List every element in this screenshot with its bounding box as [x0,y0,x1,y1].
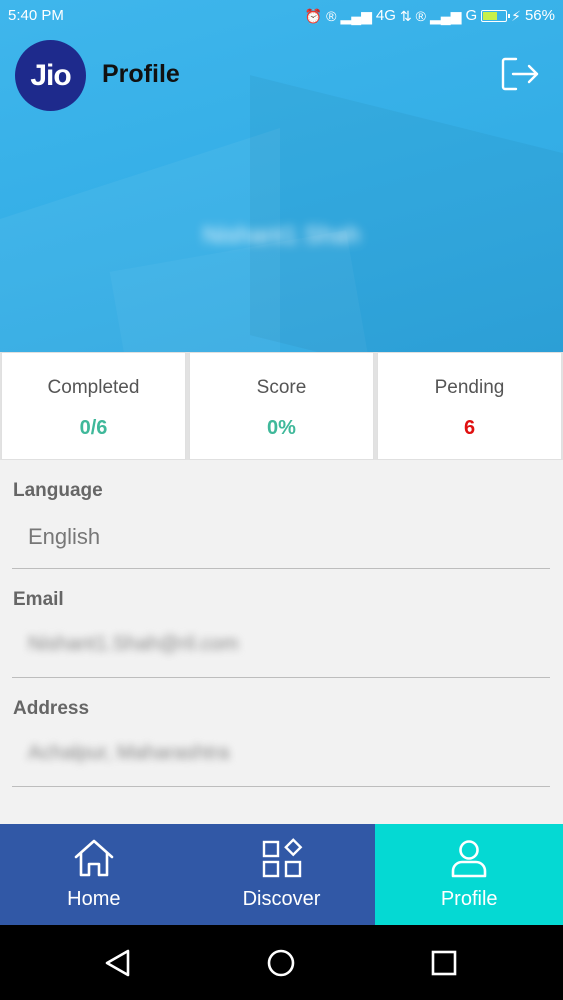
registered-icon: ® [326,7,337,24]
nav-discover[interactable]: Discover [187,824,376,925]
data-transfer-icon: ⇅ [399,7,412,24]
alarm-icon: ⏰ [304,7,323,24]
home-icon [74,839,114,877]
field-label: Address [13,698,90,719]
system-navigation-bar [0,925,563,1000]
stats-row: Completed 0/6 Score 0% Pending 6 [0,352,563,460]
signal-icon: ▂▄▆ [340,7,372,24]
stat-completed: Completed 0/6 [1,352,186,460]
jio-logo: Jio [15,40,86,111]
stat-label: Pending [434,377,505,398]
back-icon[interactable] [102,947,134,979]
nav-home[interactable]: Home [0,824,188,925]
network-type-2: G [465,7,478,24]
stat-value: 0/6 [79,417,108,439]
charging-icon: ⚡ [511,7,521,24]
signal-icon: ▂▄▆ [430,7,462,24]
field-label: Email [13,589,64,610]
divider [12,786,550,787]
home-circle-icon[interactable] [265,947,297,979]
page-title: Profile [102,60,180,88]
field-address: Address Achalpur, Maharashtra [0,678,563,787]
stat-label: Score [256,377,307,398]
stat-score: Score 0% [189,352,374,460]
registered-icon: ® [415,7,426,24]
logout-icon[interactable] [500,54,540,94]
recents-icon[interactable] [428,947,460,979]
profile-fields: Language English Email Nishant1.Shah@ril… [0,460,563,787]
field-value: Nishant1.Shah@ril.com [28,633,239,655]
field-email: Email Nishant1.Shah@ril.com [0,569,563,678]
status-time: 5:40 PM [8,7,64,24]
status-icons: ⏰ ® ▂▄▆ 4G ⇅ ® ▂▄▆ G ⚡ 56% [305,7,555,24]
nav-label: Home [67,888,121,910]
stat-pending: Pending 6 [377,352,562,460]
profile-icon [451,840,487,878]
nav-label: Discover [242,888,321,910]
logo-text: Jio [30,58,71,92]
stat-value: 6 [463,417,476,439]
bottom-navigation: Home Discover Profile [0,824,563,925]
battery-icon [481,9,511,22]
stat-label: Completed [47,377,140,398]
field-label: Language [13,480,103,501]
app-bar: Jio Profile [0,38,563,112]
stat-value: 0% [267,417,296,439]
field-value: Achalpur, Maharashtra [28,742,230,764]
nav-label: Profile [440,888,498,910]
discover-icon [262,838,302,878]
field-value: English [28,524,101,549]
battery-level [483,11,497,20]
nav-profile[interactable]: Profile [375,824,563,925]
status-bar: 5:40 PM ⏰ ® ▂▄▆ 4G ⇅ ® ▂▄▆ G ⚡ 56% [0,0,563,32]
profile-name: Nishant1 Shah [202,222,361,249]
network-type-1: 4G [375,7,396,24]
profile-header: 5:40 PM ⏰ ® ▂▄▆ 4G ⇅ ® ▂▄▆ G ⚡ 56% Jio P… [0,0,563,352]
field-language: Language English [0,460,563,569]
battery-percent: 56% [524,7,555,24]
